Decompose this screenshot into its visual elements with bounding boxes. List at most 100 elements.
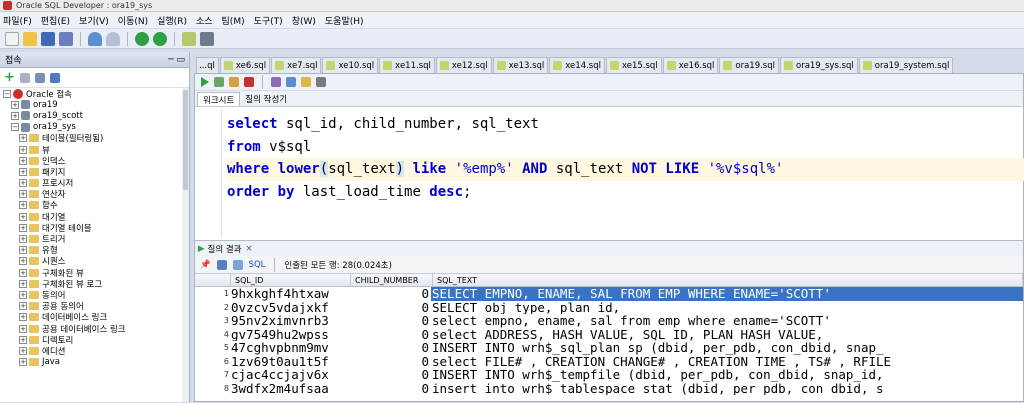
- cell-sql-id[interactable]: 9hxkghf4htxaw: [231, 287, 349, 301]
- table-row[interactable]: 7 cjac4ccjajv6x 0 INSERT INTO wrh$_tempfile…: [195, 368, 1023, 382]
- save-icon[interactable]: [41, 31, 55, 46]
- run-statement-icon[interactable]: [201, 77, 209, 87]
- cell-child-number[interactable]: 0: [349, 301, 431, 315]
- tree-item[interactable]: + 인덱스: [0, 155, 189, 167]
- editor-tab[interactable]: ora19_system.sql: [858, 57, 954, 73]
- cell-sql-text[interactable]: insert into wrh$_tablespace_stat (dbid, …: [431, 382, 1023, 396]
- cell-sql-text[interactable]: select ADDRESS, HASH_VALUE, SQL_ID, PLAN…: [431, 328, 1023, 342]
- forward-icon[interactable]: [153, 31, 167, 46]
- collapse-icon[interactable]: −: [11, 123, 19, 132]
- clear-icon[interactable]: [301, 77, 311, 87]
- editor-tab[interactable]: xe10.sql: [322, 57, 379, 73]
- cell-sql-text[interactable]: SELECT EMPNO, ENAME, SAL FROM EMP WHERE …: [431, 287, 1023, 301]
- undo-icon[interactable]: [88, 31, 102, 46]
- new-file-icon[interactable]: [5, 31, 19, 46]
- cell-child-number[interactable]: 0: [349, 328, 431, 342]
- cell-child-number[interactable]: 0: [349, 382, 431, 396]
- editor-tab[interactable]: xe7.sql: [271, 57, 322, 73]
- add-connection-icon[interactable]: +: [4, 71, 15, 84]
- tree-scrollbar[interactable]: [182, 88, 189, 402]
- expand-icon[interactable]: +: [19, 212, 27, 221]
- menu-item[interactable]: 이동(N): [118, 14, 148, 27]
- tree-item[interactable]: + 시퀀스: [0, 256, 189, 267]
- cell-sql-id[interactable]: 0vzcv5vdajxkf: [231, 301, 349, 315]
- scroll-thumb[interactable]: [183, 90, 188, 190]
- expand-icon[interactable]: +: [19, 324, 27, 333]
- cell-child-number[interactable]: 0: [349, 287, 431, 301]
- expand-icon[interactable]: +: [19, 223, 27, 232]
- editor-tab[interactable]: xe13.sql: [492, 57, 549, 73]
- tree-item[interactable]: + 데이터베이스 링크: [0, 312, 189, 323]
- cell-sql-id[interactable]: cjac4ccjajv6x: [231, 368, 349, 382]
- expand-icon[interactable]: +: [11, 100, 19, 109]
- sql-link[interactable]: SQL: [249, 260, 266, 270]
- column-header-child-number[interactable]: CHILD_NUMBER: [351, 273, 433, 287]
- redo-icon[interactable]: [106, 31, 120, 46]
- expand-icon[interactable]: +: [19, 167, 27, 176]
- tree-item[interactable]: + 대기열: [0, 211, 189, 223]
- export-icon[interactable]: [216, 259, 227, 270]
- menu-item[interactable]: 도움말(H): [325, 14, 364, 27]
- tree-item[interactable]: + Java: [0, 357, 189, 368]
- sql-editor[interactable]: select sql_id, child_number, sql_text fro…: [195, 109, 1024, 237]
- tree-item[interactable]: − Oracle 접속: [0, 88, 189, 100]
- expand-icon[interactable]: +: [19, 335, 27, 344]
- cell-sql-text[interactable]: SELECT obj_type, plan_id,: [431, 301, 1023, 315]
- column-header-sql-text[interactable]: SQL_TEXT: [433, 273, 1023, 287]
- tree-item[interactable]: + 유형: [0, 245, 189, 256]
- tree-item[interactable]: + 구체화된 뷰: [0, 267, 189, 279]
- menu-item[interactable]: 보기(V): [79, 14, 109, 27]
- tree-item[interactable]: + 테이블(필터링됨): [0, 133, 189, 144]
- tree-item[interactable]: + 뷰: [0, 144, 189, 156]
- cell-child-number[interactable]: 0: [349, 355, 431, 369]
- menu-item[interactable]: 도구(T): [254, 14, 283, 27]
- commit-icon[interactable]: [229, 77, 239, 87]
- table-row[interactable]: 6 1zv69t0au1t5f 0 select FILE# , CREATION_C…: [195, 355, 1023, 369]
- pin-icon[interactable]: 📌: [200, 260, 211, 270]
- expand-icon[interactable]: +: [19, 156, 27, 165]
- tree-item[interactable]: + 공용 동의어: [0, 301, 189, 312]
- table-row[interactable]: 3 95nv2ximvnrb3 0 select empno, ename, sal …: [195, 314, 1023, 328]
- editor-tab[interactable]: xe16.sql: [662, 57, 719, 73]
- tree-item[interactable]: + 패키지: [0, 166, 189, 178]
- expand-icon[interactable]: +: [19, 201, 27, 210]
- expand-icon[interactable]: +: [11, 111, 19, 120]
- tree-item[interactable]: + 대기열 테이블: [0, 222, 189, 234]
- collapse-icon[interactable]: −: [3, 89, 11, 98]
- cell-sql-text[interactable]: select empno, ename, sal from emp where …: [431, 314, 1023, 328]
- tab-worksheet[interactable]: 워크시트: [197, 92, 241, 106]
- tab-query-result[interactable]: 질의 결과: [208, 243, 242, 255]
- cell-sql-id[interactable]: 1zv69t0au1t5f: [231, 355, 349, 369]
- expand-icon[interactable]: +: [19, 313, 27, 322]
- column-header-sql-id[interactable]: SQL_ID: [231, 273, 351, 287]
- table-row[interactable]: 8 3wdfx2m4ufsaa 0 insert into wrh$_tablespa…: [195, 382, 1023, 396]
- refresh-icon[interactable]: [19, 72, 30, 83]
- back-icon[interactable]: [135, 31, 149, 46]
- cell-sql-text[interactable]: select FILE# , CREATION_CHANGE# , CREATI…: [431, 355, 1023, 369]
- cell-sql-id[interactable]: 3wdfx2m4ufsaa: [231, 382, 349, 396]
- tree-item[interactable]: + 디렉토리: [0, 334, 189, 346]
- rollback-icon[interactable]: [244, 77, 254, 87]
- close-icon[interactable]: ×: [246, 244, 253, 254]
- schema-browser-icon[interactable]: [49, 72, 60, 83]
- menu-item[interactable]: 편집(E): [41, 14, 70, 27]
- tree-item[interactable]: + ora19_scott: [0, 110, 189, 121]
- editor-tab[interactable]: ora19_sys.sql: [780, 57, 858, 73]
- tree-item[interactable]: + ora19: [0, 99, 189, 110]
- expand-icon[interactable]: +: [19, 246, 27, 255]
- cell-sql-text[interactable]: INSERT INTO wrh$_sql_plan sp (dbid, per_…: [431, 341, 1023, 355]
- expand-icon[interactable]: +: [19, 358, 27, 367]
- expand-icon[interactable]: +: [19, 257, 27, 266]
- expand-icon[interactable]: +: [19, 235, 27, 244]
- filter-icon[interactable]: [34, 72, 45, 83]
- menu-item[interactable]: 소스: [196, 14, 213, 27]
- sql-worksheet-icon[interactable]: [182, 31, 196, 46]
- cell-sql-id[interactable]: 47cghvpbnm9mv: [231, 341, 349, 355]
- editor-tab[interactable]: xe15.sql: [605, 57, 662, 73]
- editor-tab[interactable]: ora19.sql: [719, 57, 779, 73]
- tree-item[interactable]: + 트리거: [0, 233, 189, 245]
- tree-item[interactable]: + 연산자: [0, 189, 189, 200]
- menu-item[interactable]: 팀(M): [222, 14, 245, 27]
- explain-plan-icon[interactable]: [271, 77, 281, 87]
- sql-code[interactable]: select sql_id, child_number, sql_text fro…: [227, 113, 1024, 203]
